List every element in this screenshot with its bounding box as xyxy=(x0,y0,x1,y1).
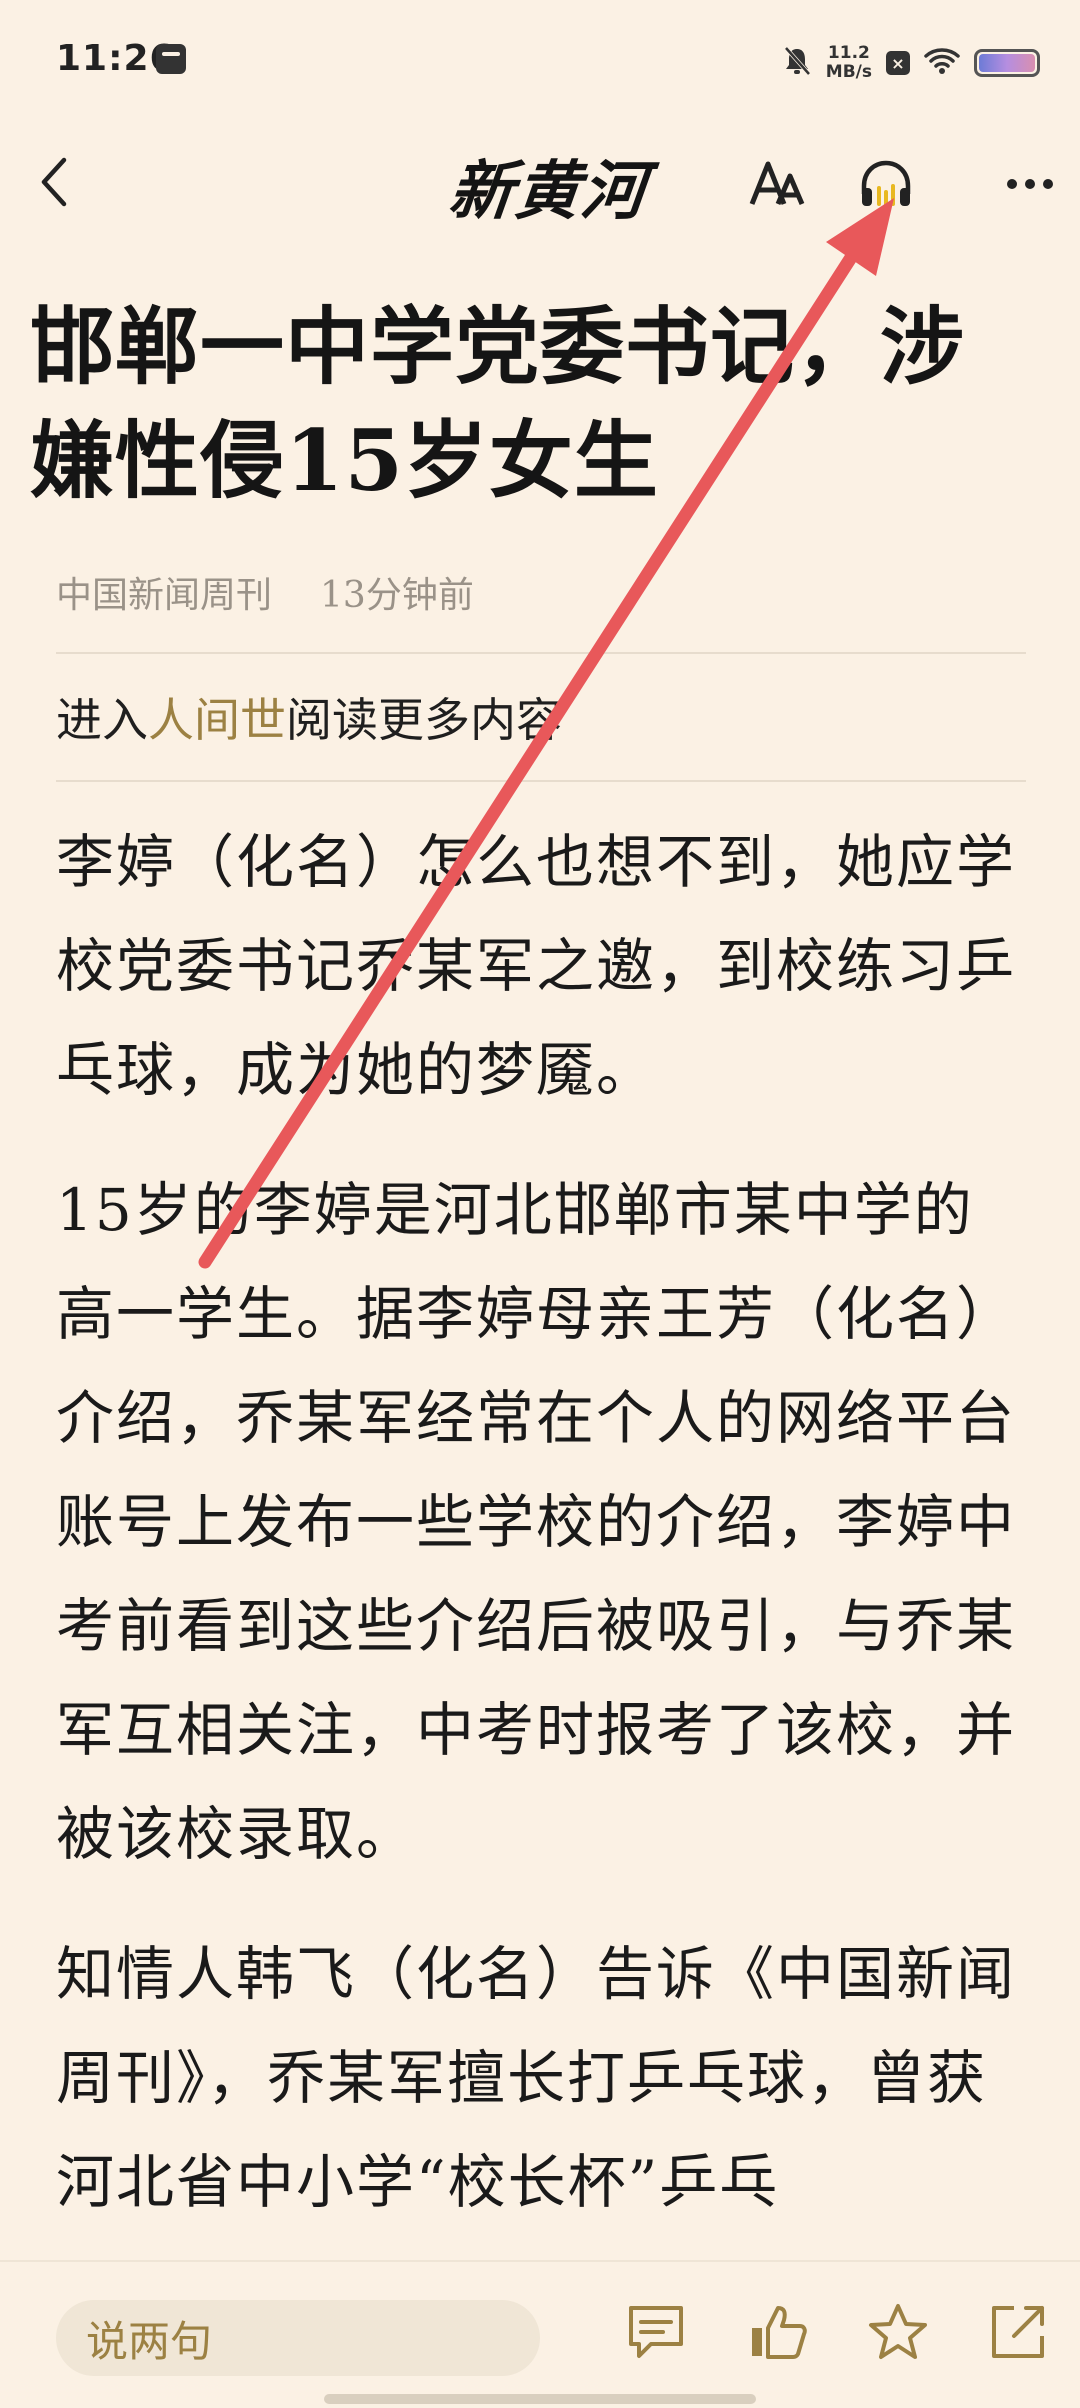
article-screen: 11:26 11.2 MB/s × 新黄河 邯郸一中学党委书记，涉嫌性侵15岁女… xyxy=(0,0,1080,2408)
article-title: 邯郸一中学党委书记，涉嫌性侵15岁女生 xyxy=(30,297,966,510)
back-icon xyxy=(41,157,67,207)
status-icons: 11.2 MB/s × xyxy=(782,40,1040,86)
divider-bottom xyxy=(56,780,1026,782)
more-button[interactable] xyxy=(990,144,1070,224)
blocked-icon: × xyxy=(886,51,910,75)
listen-button[interactable] xyxy=(846,144,926,224)
article-source[interactable]: 中国新闻周刊 xyxy=(56,566,272,618)
notification-icon xyxy=(156,44,186,74)
battery-fill xyxy=(979,54,1035,72)
favorite-button[interactable] xyxy=(858,2292,938,2372)
article-paragraph: 知情人韩飞（化名）告诉《中国新闻周刊》，乔某军擅长打乒乓球，曾获河北省中小学“校… xyxy=(56,1940,1017,2216)
back-button[interactable] xyxy=(14,142,94,222)
share-icon xyxy=(992,2306,1044,2358)
status-bar: 11:26 11.2 MB/s × xyxy=(0,0,1080,130)
star-icon xyxy=(869,2304,927,2359)
headphones-icon xyxy=(861,160,911,206)
like-icon xyxy=(752,2306,807,2359)
comment-input[interactable]: 说两句 xyxy=(56,2300,540,2376)
comment-button[interactable] xyxy=(616,2292,696,2372)
comment-icon xyxy=(629,2306,683,2358)
top-toolbar: 新黄河 xyxy=(0,130,1080,240)
article-meta: 中国新闻周刊 13分钟前 xyxy=(56,566,1026,618)
mute-icon xyxy=(782,45,812,81)
article-content: 邯郸一中学党委书记，涉嫌性侵15岁女生 中国新闻周刊 13分钟前 进入人间世阅读… xyxy=(30,290,1026,2234)
brand-logo: 新黄河 xyxy=(445,154,652,229)
article-time: 13分钟前 xyxy=(320,575,474,616)
article-paragraph: 李婷（化名）怎么也想不到，她应学校党委书记乔某军之邀，到校练习乒乓球，成为她的梦… xyxy=(56,828,1017,1104)
network-speed-unit: MB/s xyxy=(825,62,872,82)
network-speed-value: 11.2 xyxy=(827,43,870,63)
promo-banner[interactable]: 进入人间世阅读更多内容 xyxy=(56,654,1026,780)
home-indicator[interactable] xyxy=(324,2394,756,2404)
font-size-icon xyxy=(749,161,805,205)
comment-placeholder: 说两句 xyxy=(86,2316,213,2366)
share-button[interactable] xyxy=(978,2292,1058,2372)
promo-link[interactable]: 人间世 xyxy=(148,693,286,747)
wifi-icon xyxy=(924,47,960,79)
font-size-button[interactable] xyxy=(738,144,818,224)
more-icon xyxy=(1007,179,1053,189)
article-paragraph: 15岁的李婷是河北邯郸市某中学的高一学生。据李婷母亲王芳（化名）介绍，乔某军经常… xyxy=(56,1176,1017,1868)
promo-suffix: 阅读更多内容 xyxy=(286,693,562,747)
like-button[interactable] xyxy=(738,2292,818,2372)
battery-icon xyxy=(974,49,1040,77)
promo-prefix: 进入 xyxy=(56,693,148,747)
bottom-action-bar: 说两句 xyxy=(0,2260,1080,2408)
network-speed: 11.2 MB/s xyxy=(826,44,872,82)
